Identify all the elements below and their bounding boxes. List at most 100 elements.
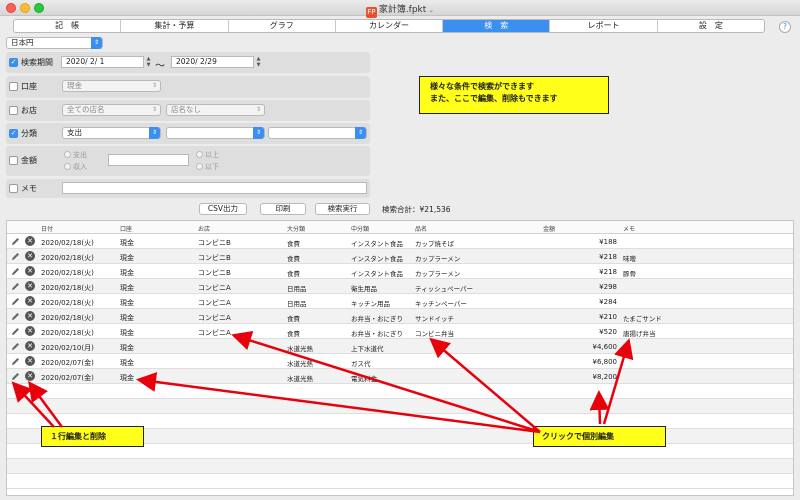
- cell-date[interactable]: 2020/02/18(火): [41, 253, 94, 263]
- cell-account[interactable]: 現金: [120, 253, 134, 263]
- cell-item[interactable]: ティッシュペーパー: [415, 283, 473, 293]
- account-checkbox[interactable]: [9, 82, 18, 91]
- cell-category[interactable]: 日用品: [287, 283, 307, 293]
- delete-icon[interactable]: ✕: [25, 326, 35, 336]
- cell-amount[interactable]: ¥8,200: [557, 373, 618, 381]
- pencil-icon[interactable]: [11, 372, 20, 381]
- table-row[interactable]: [7, 459, 793, 474]
- tab-6[interactable]: 設 定: [658, 20, 764, 32]
- cell-subcategory[interactable]: お弁当・おにぎり: [351, 328, 403, 338]
- cell-account[interactable]: 現金: [120, 358, 134, 368]
- cell-subcategory[interactable]: 上下水道代: [351, 343, 384, 353]
- cell-date[interactable]: 2020/02/18(火): [41, 313, 94, 323]
- cell-account[interactable]: 現金: [120, 328, 134, 338]
- cell-account[interactable]: 現金: [120, 268, 134, 278]
- table-row[interactable]: ✕ 2020/02/18(火) 現金 コンビニB 食費 インスタント食品 カップラーメン ¥2…: [7, 249, 793, 264]
- period-to-field[interactable]: 2020/ 2/29: [171, 56, 254, 68]
- period-from-field[interactable]: 2020/ 2/ 1: [61, 56, 144, 68]
- cell-memo[interactable]: 味噌: [623, 253, 636, 263]
- column-header-amount[interactable]: 金額: [543, 224, 555, 233]
- cell-amount[interactable]: ¥218: [557, 268, 617, 276]
- period-to-stepper[interactable]: ▲ ▼: [255, 56, 262, 68]
- csv-export-button[interactable]: CSV出力: [199, 203, 247, 215]
- cell-category[interactable]: 水道光熱: [287, 358, 313, 368]
- amount-checkbox[interactable]: [9, 156, 18, 165]
- table-row[interactable]: ✕ 2020/02/10(月) 現金 水道光熱 上下水道代 ¥4,600: [7, 339, 793, 354]
- cell-date[interactable]: 2020/02/18(火): [41, 238, 94, 248]
- column-header-account[interactable]: 口座: [120, 224, 132, 233]
- cell-date[interactable]: 2020/02/07(金): [41, 358, 94, 368]
- category-minor-select[interactable]: ⇕: [268, 127, 367, 139]
- cell-date[interactable]: 2020/02/18(火): [41, 298, 94, 308]
- period-from-stepper[interactable]: ▲ ▼: [145, 56, 152, 68]
- cell-date[interactable]: 2020/02/18(火): [41, 268, 94, 278]
- column-header-shop[interactable]: お店: [198, 224, 210, 233]
- amount-value-field[interactable]: [108, 154, 189, 166]
- tab-1[interactable]: 集計・予算: [121, 20, 229, 32]
- pencil-icon[interactable]: [11, 342, 20, 351]
- memo-field[interactable]: [62, 182, 367, 194]
- cell-amount[interactable]: ¥520: [557, 328, 617, 336]
- pencil-icon[interactable]: [11, 252, 20, 261]
- delete-icon[interactable]: ✕: [25, 236, 35, 246]
- cell-shop[interactable]: コンビニB: [198, 253, 231, 263]
- delete-icon[interactable]: ✕: [25, 341, 35, 351]
- cell-shop[interactable]: コンビニA: [198, 283, 231, 293]
- cell-category[interactable]: 食費: [287, 253, 300, 263]
- amount-expense-radio[interactable]: 支出: [64, 150, 87, 160]
- cell-category[interactable]: 食費: [287, 268, 300, 278]
- cell-shop[interactable]: コンビニB: [198, 268, 231, 278]
- cell-subcategory[interactable]: 電気料金: [351, 373, 377, 383]
- amount-income-radio[interactable]: 収入: [64, 162, 87, 172]
- category-type-select[interactable]: 支出 ⇕: [62, 127, 161, 139]
- column-header-category[interactable]: 大分類: [287, 224, 305, 233]
- cell-subcategory[interactable]: インスタント食品: [351, 238, 403, 248]
- cell-amount[interactable]: ¥188: [557, 238, 617, 246]
- cell-category[interactable]: 食費: [287, 328, 300, 338]
- cell-shop[interactable]: コンビニA: [198, 313, 231, 323]
- pencil-icon[interactable]: [11, 237, 20, 246]
- delete-icon[interactable]: ✕: [25, 251, 35, 261]
- cell-item[interactable]: カップラーメン: [415, 253, 460, 263]
- cell-amount[interactable]: ¥284: [557, 298, 617, 306]
- window-title[interactable]: FP 家計簿.fpkt ⌄: [0, 2, 800, 18]
- column-header-date[interactable]: 日付: [41, 224, 53, 233]
- cell-shop[interactable]: コンビニA: [198, 298, 231, 308]
- cell-subcategory[interactable]: お弁当・おにぎり: [351, 313, 403, 323]
- cell-account[interactable]: 現金: [120, 313, 134, 323]
- cell-memo[interactable]: 豚骨: [623, 268, 636, 278]
- pencil-icon[interactable]: [11, 327, 20, 336]
- cell-account[interactable]: 現金: [120, 238, 134, 248]
- cell-subcategory[interactable]: ガス代: [351, 358, 371, 368]
- cell-item[interactable]: キッチンペーパー: [415, 298, 467, 308]
- period-checkbox[interactable]: ✓: [9, 58, 18, 67]
- table-row[interactable]: ✕ 2020/02/18(火) 現金 コンビニB 食費 インスタント食品 カップ焼そば ¥18…: [7, 234, 793, 249]
- cell-date[interactable]: 2020/02/18(火): [41, 283, 94, 293]
- cell-date[interactable]: 2020/02/10(月): [41, 343, 94, 353]
- search-execute-button[interactable]: 検索実行: [315, 203, 370, 215]
- cell-item[interactable]: コンビニ弁当: [415, 328, 454, 338]
- pencil-icon[interactable]: [11, 312, 20, 321]
- tab-3[interactable]: カレンダー: [336, 20, 444, 32]
- memo-checkbox[interactable]: [9, 184, 18, 193]
- delete-icon[interactable]: ✕: [25, 281, 35, 291]
- tab-2[interactable]: グラフ: [229, 20, 336, 32]
- shop-checkbox[interactable]: [9, 106, 18, 115]
- cell-item[interactable]: サンドイッチ: [415, 313, 454, 323]
- delete-icon[interactable]: ✕: [25, 311, 35, 321]
- cell-subcategory[interactable]: キッチン用品: [351, 298, 390, 308]
- cell-category[interactable]: 食費: [287, 313, 300, 323]
- delete-icon[interactable]: ✕: [25, 371, 35, 381]
- table-row[interactable]: [7, 399, 793, 414]
- shop-select[interactable]: 全ての店名 ⇕: [62, 104, 161, 116]
- cell-date[interactable]: 2020/02/07(金): [41, 373, 94, 383]
- category-major-select[interactable]: ⇕: [166, 127, 265, 139]
- amount-under-radio[interactable]: 以下: [196, 162, 219, 172]
- cell-category[interactable]: 食費: [287, 238, 300, 248]
- cell-category[interactable]: 水道光熱: [287, 343, 313, 353]
- cell-shop[interactable]: コンビニA: [198, 328, 231, 338]
- pencil-icon[interactable]: [11, 357, 20, 366]
- column-header-memo[interactable]: メモ: [623, 224, 635, 233]
- pencil-icon[interactable]: [11, 282, 20, 291]
- table-row[interactable]: [7, 474, 793, 489]
